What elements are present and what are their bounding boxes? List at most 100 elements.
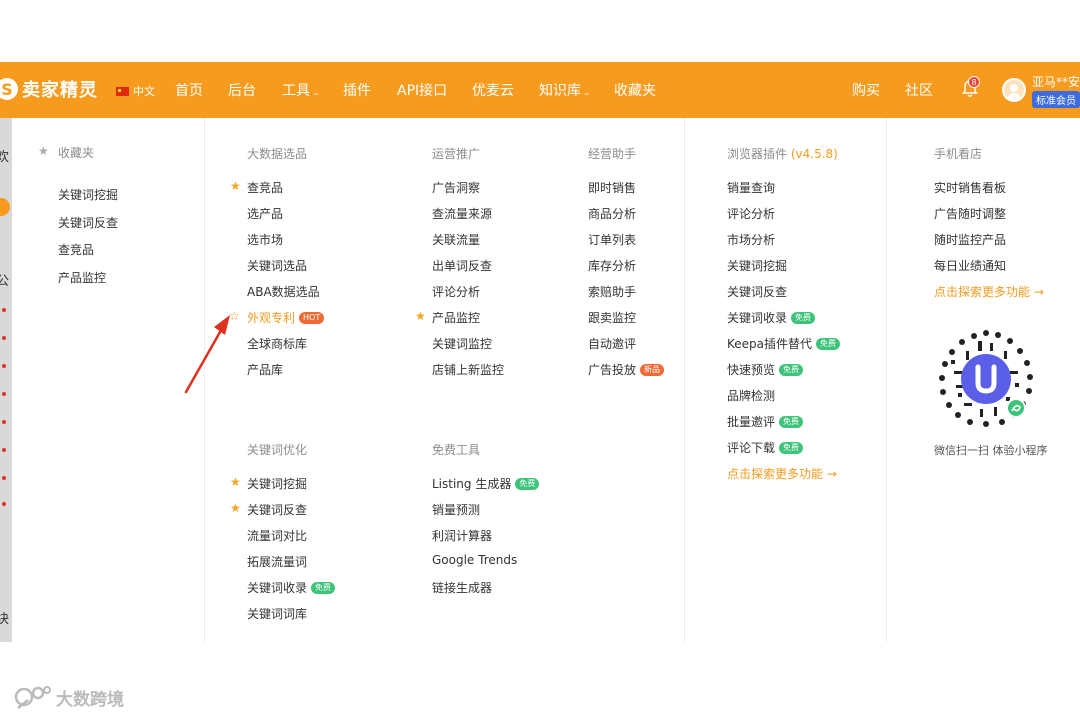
menu-item[interactable]: 商品分析: [588, 205, 636, 222]
top-nav-bar: S 卖家精灵 中文 首页 后台 工具 ⌄ 插件 API接口 优麦云 知识库 ⌄ 收藏…: [0, 62, 1080, 118]
menu-item[interactable]: 全球商标库: [247, 335, 307, 352]
menu-item[interactable]: 选市场: [247, 231, 283, 248]
menu-item[interactable]: 库存分析: [588, 257, 636, 274]
background-dot: [2, 502, 6, 506]
menu-item[interactable]: 关键词挖掘: [727, 257, 787, 274]
menu-item[interactable]: 广告随时调整: [934, 205, 1006, 222]
menu-item[interactable]: 产品库: [247, 361, 283, 378]
menu-item[interactable]: 关键词挖掘: [247, 475, 307, 492]
menu-item[interactable]: 市场分析: [727, 231, 775, 248]
menu-item-competitor[interactable]: 查竞品: [247, 179, 283, 196]
menu-item[interactable]: 关键词选品: [247, 257, 307, 274]
menu-item[interactable]: 查流量来源: [432, 205, 492, 222]
menu-item[interactable]: 实时销售看板: [934, 179, 1006, 196]
explore-more-link[interactable]: 点击探索更多功能 →: [934, 283, 1044, 300]
background-page-strip: 欢 公 块: [0, 118, 12, 642]
menu-item[interactable]: 广告洞察: [432, 179, 480, 196]
menu-item[interactable]: ABA数据选品: [247, 283, 320, 300]
menu-item[interactable]: 拓展流量词: [247, 553, 307, 570]
logo-mark-icon: S: [0, 78, 18, 100]
star-icon: ★: [415, 309, 426, 323]
favorites-item[interactable]: 查竞品: [58, 241, 94, 258]
menu-item[interactable]: Google Trends: [432, 553, 517, 567]
background-circle: [0, 198, 10, 216]
watermark-logo-icon: [14, 686, 51, 709]
favorites-title: 收藏夹: [58, 146, 95, 160]
menu-item[interactable]: 链接生成器: [432, 579, 492, 596]
menu-item[interactable]: Keepa插件替代 免费: [727, 335, 841, 352]
background-dot: [2, 420, 6, 424]
qr-code-icon: [939, 330, 1033, 427]
free-tools-title: 免费工具: [432, 443, 481, 457]
menu-item[interactable]: 快速预览 免费: [727, 361, 804, 378]
favorites-item[interactable]: 关键词挖掘: [58, 186, 118, 203]
menu-item[interactable]: 关键词反查: [247, 501, 307, 518]
column-divider: [886, 118, 887, 642]
nav-plugins[interactable]: 插件: [343, 80, 371, 100]
menu-item-label: 快速预览: [727, 363, 776, 377]
nav-favorites[interactable]: 收藏夹: [614, 80, 656, 100]
menu-item[interactable]: 跟卖监控: [588, 309, 636, 326]
menu-item[interactable]: 关键词收录 免费: [727, 309, 816, 326]
menu-item[interactable]: 店铺上新监控: [432, 361, 504, 378]
menu-item[interactable]: 关键词反查: [727, 283, 787, 300]
nav-backend[interactable]: 后台: [228, 80, 256, 100]
nav-buy[interactable]: 购买: [852, 80, 880, 100]
free-badge: 免费: [779, 415, 804, 428]
explore-more-link[interactable]: 点击探索更多功能 →: [727, 465, 837, 482]
menu-item[interactable]: 批量邀评 免费: [727, 413, 804, 430]
menu-item[interactable]: 产品监控: [432, 309, 480, 326]
menu-item[interactable]: 利润计算器: [432, 527, 492, 544]
menu-item-label: 广告投放: [588, 363, 637, 377]
menu-item[interactable]: 评论分析: [727, 205, 775, 222]
background-text: 欢: [0, 150, 10, 165]
menu-item[interactable]: 销量查询: [727, 179, 775, 196]
nav-community[interactable]: 社区: [905, 80, 933, 100]
menu-item[interactable]: Listing 生成器 免费: [432, 475, 540, 492]
menu-item[interactable]: 每日业绩通知: [934, 257, 1006, 274]
background-dot: [2, 392, 6, 396]
favorites-item[interactable]: 关键词反查: [58, 214, 118, 231]
menu-item[interactable]: 品牌检测: [727, 387, 775, 404]
menu-item[interactable]: 出单词反查: [432, 257, 492, 274]
user-name[interactable]: 亚马**安: [1032, 73, 1080, 90]
language-switcher[interactable]: 中文: [116, 83, 155, 99]
nav-knowledge-label: 知识库: [539, 83, 581, 99]
nav-tools[interactable]: 工具 ⌄: [282, 80, 320, 100]
menu-item[interactable]: 即时销售: [588, 179, 636, 196]
menu-item[interactable]: 索赔助手: [588, 283, 636, 300]
free-badge: 免费: [311, 581, 336, 594]
nav-youmaiyun[interactable]: 优麦云: [472, 80, 514, 100]
menu-item[interactable]: 自动邀评: [588, 335, 636, 352]
annotation-arrow-icon: [184, 315, 230, 394]
notification-badge: 8: [968, 76, 980, 88]
menu-item[interactable]: 评论下载 免费: [727, 439, 804, 456]
avatar[interactable]: [1002, 78, 1026, 102]
new-badge: 新品: [640, 363, 665, 376]
menu-item[interactable]: 销量预测: [432, 501, 480, 518]
column-divider: [684, 118, 685, 642]
menu-item-design-patent[interactable]: 外观专利 HOT: [247, 309, 325, 326]
qr-caption: 微信扫一扫 体验小程序: [934, 444, 1048, 457]
background-dot: [2, 448, 6, 452]
menu-item-label: 外观专利: [247, 311, 296, 325]
menu-item[interactable]: 关键词词库: [247, 605, 307, 622]
menu-item[interactable]: 选产品: [247, 205, 283, 222]
menu-item-ad-placement[interactable]: 广告投放 新品: [588, 361, 665, 378]
menu-item[interactable]: 关键词监控: [432, 335, 492, 352]
menu-item[interactable]: 随时监控产品: [934, 231, 1006, 248]
menu-item[interactable]: 关联流量: [432, 231, 480, 248]
menu-item[interactable]: 评论分析: [432, 283, 480, 300]
menu-item[interactable]: 关键词收录 免费: [247, 579, 336, 596]
background-dot: [2, 336, 6, 340]
menu-item[interactable]: 订单列表: [588, 231, 636, 248]
background-dot: [2, 308, 6, 312]
menu-item-label: Keepa插件替代: [727, 337, 813, 351]
menu-item[interactable]: 流量词对比: [247, 527, 307, 544]
favorites-item[interactable]: 产品监控: [58, 269, 106, 286]
logo[interactable]: S 卖家精灵: [0, 76, 98, 102]
nav-api[interactable]: API接口: [397, 80, 447, 100]
nav-home[interactable]: 首页: [175, 80, 203, 100]
logo-text: 卖家精灵: [22, 80, 98, 101]
nav-knowledge-base[interactable]: 知识库 ⌄: [539, 80, 591, 100]
